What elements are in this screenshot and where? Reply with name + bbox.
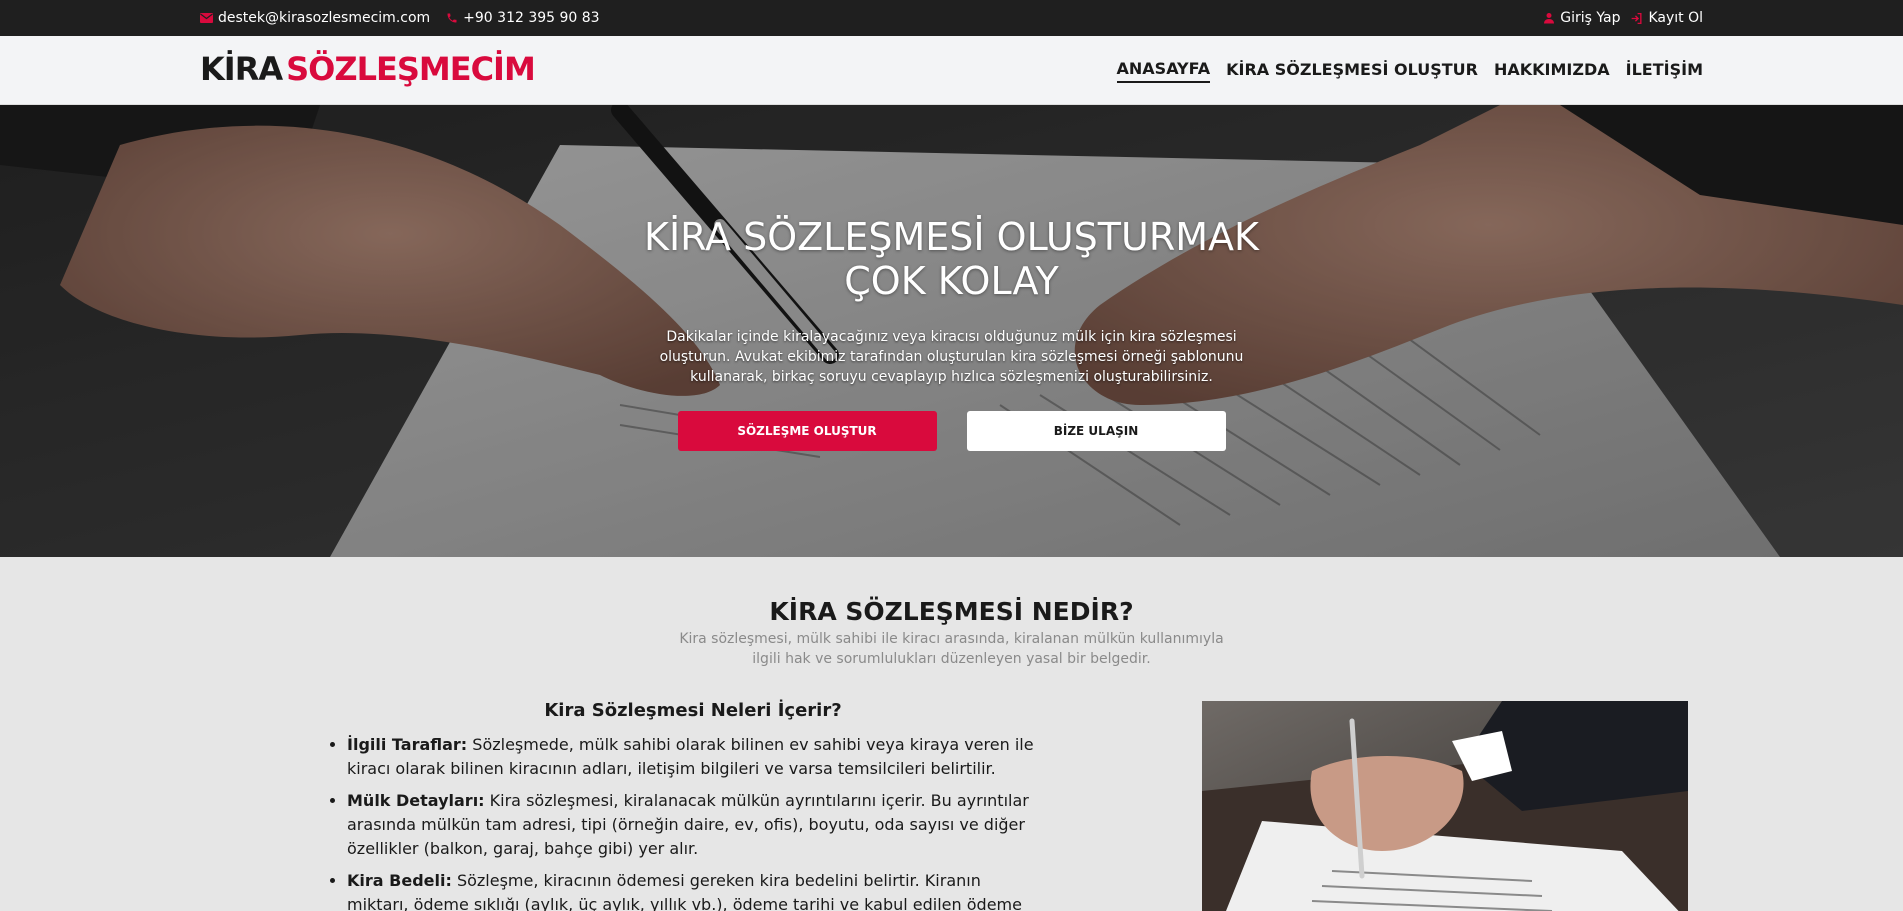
phone-link[interactable]: +90 312 395 90 83 — [446, 10, 600, 26]
section-title: KİRA SÖZLEŞMESİ NEDİR? — [769, 597, 1134, 626]
register-link[interactable]: Kayıt Ol — [1630, 10, 1703, 26]
email-link[interactable]: destek@kirasozlesmecim.com — [200, 10, 430, 26]
register-label: Kayıt Ol — [1648, 10, 1703, 26]
main-nav: ANASAYFA KİRA SÖZLEŞMESİ OLUŞTUR HAKKIMI… — [1116, 36, 1703, 105]
site-header: KİRA SÖZLEŞMECİM ANASAYFA KİRA SÖZLEŞMESİ… — [0, 36, 1903, 105]
what-is-section: KİRA SÖZLEŞMESİ NEDİR? Kira sözleşmesi, … — [0, 557, 1903, 911]
email-text: destek@kirasozlesmecim.com — [218, 10, 431, 26]
signing-photo — [1202, 701, 1688, 911]
login-label: Giriş Yap — [1560, 10, 1621, 26]
list-item-term: İlgili Taraflar: — [347, 735, 468, 754]
nav-item-create-contract[interactable]: KİRA SÖZLEŞMESİ OLUŞTUR — [1226, 60, 1478, 82]
nav-item-contact[interactable]: İLETİŞİM — [1626, 60, 1703, 82]
logo-part-kira: KİRA — [200, 50, 283, 88]
create-contract-button[interactable]: SÖZLEŞME OLUŞTUR — [677, 411, 937, 451]
hero-title: KİRA SÖZLEŞMESİ OLUŞTURMAK ÇOK KOLAY — [602, 215, 1302, 303]
section-subtitle-wrap: Kira sözleşmesi, mülk sahibi ile kiracı … — [0, 629, 1903, 669]
site-logo[interactable]: KİRA SÖZLEŞMECİM — [200, 50, 536, 88]
contact-us-button[interactable]: BİZE ULAŞIN — [966, 411, 1226, 451]
envelope-icon — [200, 13, 213, 23]
list-item-term: Mülk Detayları: — [347, 791, 485, 810]
list-item-term: Kira Bedeli: — [347, 871, 452, 890]
login-link[interactable]: Giriş Yap — [1543, 10, 1620, 26]
phone-text: +90 312 395 90 83 — [463, 10, 600, 26]
hero-title-line-1: KİRA SÖZLEŞMESİ OLUŞTURMAK — [644, 215, 1259, 259]
sign-in-icon — [1630, 12, 1643, 25]
list-item: Mülk Detayları: Kira sözleşmesi, kiralan… — [347, 789, 1037, 861]
signing-photo-image — [1202, 701, 1688, 911]
nav-item-anasayfa[interactable]: ANASAYFA — [1116, 59, 1211, 83]
contact-info: destek@kirasozlesmecim.com +90 312 395 9… — [200, 0, 600, 36]
user-icon — [1543, 12, 1555, 24]
phone-icon — [446, 12, 458, 24]
logo-part-sozlesmecim: SÖZLEŞMECİM — [286, 50, 536, 88]
nav-item-about[interactable]: HAKKIMIZDA — [1494, 60, 1610, 82]
content-column: Kira Sözleşmesi Neleri İçerir? İlgili Ta… — [327, 700, 1037, 911]
hero-title-line-2: ÇOK KOLAY — [844, 259, 1059, 303]
content-title: Kira Sözleşmesi Neleri İçerir? — [544, 700, 842, 721]
hero-content: KİRA SÖZLEŞMESİ OLUŞTURMAK ÇOK KOLAY Dak… — [0, 215, 1903, 451]
list-item: Kira Bedeli: Sözleşme, kiracının ödemesi… — [347, 869, 1037, 911]
top-bar: destek@kirasozlesmecim.com +90 312 395 9… — [0, 0, 1903, 36]
list-item: İlgili Taraflar: Sözleşmede, mülk sahibi… — [347, 733, 1037, 781]
section-subtitle: Kira sözleşmesi, mülk sahibi ile kiracı … — [679, 631, 1224, 667]
auth-links: Giriş Yap Kayıt Ol — [1543, 0, 1703, 36]
hero-actions: SÖZLEŞME OLUŞTUR BİZE ULAŞIN — [0, 411, 1903, 451]
hero-banner: KİRA SÖZLEŞMESİ OLUŞTURMAK ÇOK KOLAY Dak… — [0, 105, 1903, 557]
feature-list: İlgili Taraflar: Sözleşmede, mülk sahibi… — [327, 733, 1037, 911]
hero-description: Dakikalar içinde kiralayacağınız veya ki… — [659, 329, 1244, 385]
